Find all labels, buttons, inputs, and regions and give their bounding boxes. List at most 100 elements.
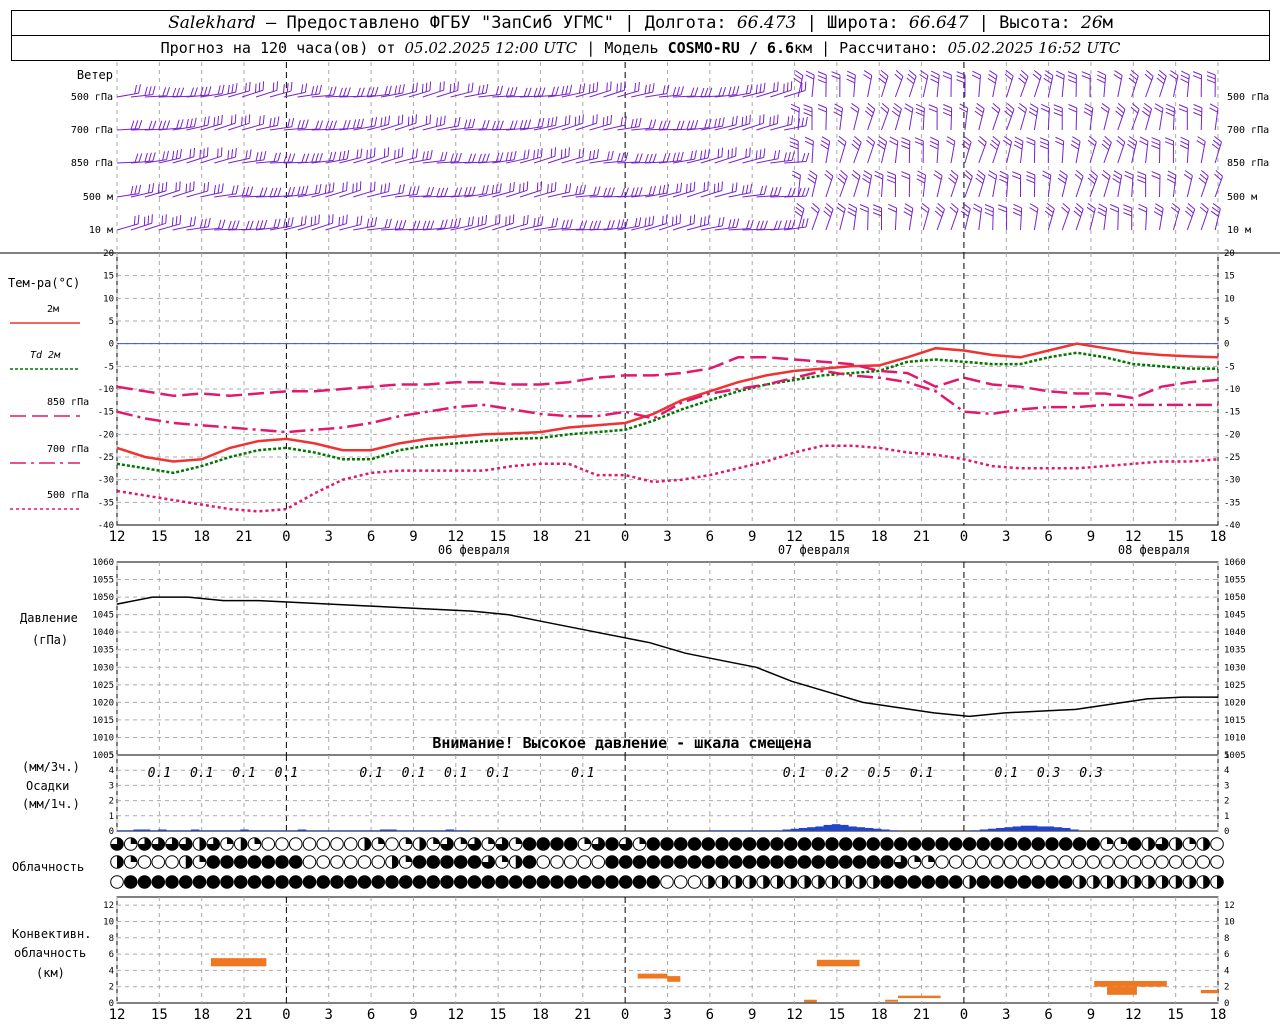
wind-barb-feather (794, 73, 803, 80)
cloud-half (1134, 875, 1141, 889)
wind-barb-feather (1210, 210, 1219, 217)
precip-bar (421, 830, 430, 831)
wind-barb-feather (644, 84, 647, 94)
wind-barb-feather (245, 150, 248, 160)
wind-barb-feather (315, 153, 319, 163)
wind-barb-feather (1012, 171, 1021, 176)
wind-barb-feather (554, 147, 557, 157)
cloud-quarter (1107, 837, 1114, 844)
wind-barb-feather (824, 173, 832, 181)
y-tick-label-left: 10 (103, 917, 114, 927)
wind-barb-feather (975, 106, 984, 113)
cloud-half (1203, 837, 1210, 851)
wind-barb-feather (384, 116, 387, 126)
y-tick-label-right: 1 (1224, 812, 1229, 822)
wind-barb-feather (979, 136, 987, 143)
cloud-quarter (928, 855, 935, 862)
wind-barb-feather (583, 184, 586, 194)
legend-label: 500 гПа (47, 490, 89, 501)
wind-barb-staff (1006, 75, 1014, 98)
precip-bar (281, 830, 290, 831)
cloud-half (873, 875, 880, 889)
wind-barb-feather (426, 150, 429, 160)
cloud-symbol (550, 855, 564, 869)
wind-barb-feather (422, 151, 425, 161)
x-tick-label: 18 (871, 1007, 888, 1023)
wind-barb-feather (759, 185, 764, 195)
cloud-symbol (151, 875, 166, 889)
wind-barb-staff (950, 209, 959, 231)
cloud-symbol (893, 837, 908, 851)
wind-barb-feather (133, 216, 136, 226)
wind-barb-feather (415, 148, 418, 158)
wind-barb-feather (1029, 107, 1038, 113)
cloud-symbol (921, 875, 936, 889)
wind-barb-feather (231, 185, 235, 195)
wind-barb-staff (1089, 176, 1098, 198)
wind-barb-staff (825, 209, 834, 231)
wind-barb-feather (244, 115, 247, 125)
wind-barb-feather (658, 185, 662, 195)
wind-barb-feather (942, 111, 952, 117)
cloud-half (199, 837, 206, 851)
wind-barb-feather (508, 215, 511, 225)
wind-barb-feather (611, 187, 615, 197)
wind-barb-feather (314, 184, 318, 194)
precip-bar (429, 830, 438, 831)
cloud-symbol (1017, 837, 1032, 851)
wind-barb-feather (1070, 144, 1079, 150)
wind-barb-feather (394, 85, 398, 95)
wind-barb-feather (1166, 178, 1176, 184)
wind-barb-feather (175, 216, 178, 226)
wind-barb-feather (1029, 203, 1039, 209)
wind-barb-staff (992, 109, 1001, 131)
cloud-quarter (378, 837, 385, 844)
cloud-symbol (1045, 875, 1059, 889)
x-tick-label: 18 (871, 529, 888, 545)
cloud-symbol (715, 855, 729, 869)
cloud-half (859, 875, 866, 889)
cloud-symbol (330, 855, 344, 869)
cloud-quarter (460, 837, 468, 844)
wind-barb-feather (652, 215, 655, 225)
cloud-symbol (687, 875, 702, 889)
wind-level-label-left: 850 гПа (71, 158, 113, 169)
wind-barb-feather (1192, 75, 1202, 80)
wind-barb-feather (505, 87, 510, 97)
wind-barb-feather (680, 86, 684, 96)
wind-barb-feather (1026, 179, 1035, 184)
precip-bar (330, 830, 340, 831)
wind-barb-feather (833, 111, 842, 117)
temperature-panel: -40 -40-35 -35-30 -30-25 -25-20 -20-15 -15-10-… (8, 249, 1240, 557)
wind-barb-feather (454, 187, 459, 197)
wind-barb-feather (603, 187, 608, 197)
precip-3h-value: 0.1 (190, 766, 213, 781)
wind-barb-feather (401, 147, 404, 157)
wind-barb-feather (509, 120, 514, 130)
wind-barb-feather (963, 173, 972, 181)
wind-barb-feather (230, 115, 233, 125)
wind-barb-feather (203, 218, 207, 228)
wind-barb-feather (560, 149, 563, 159)
wind-barb-feather (1113, 170, 1122, 176)
wind-barb-feather (440, 152, 444, 162)
wind-barb-feather (450, 219, 454, 229)
wind-barb-feather (356, 182, 358, 192)
wind-barb-feather (596, 82, 599, 92)
precip-3h-value: 0.5 (867, 766, 891, 781)
wind-barb-feather (481, 216, 484, 226)
wind-barb-feather (300, 84, 304, 94)
wind-barb-feather (592, 150, 596, 160)
wind-barb-feather (886, 179, 896, 184)
wind-barb-feather (904, 103, 914, 109)
wind-barb-feather (763, 148, 766, 158)
wind-barb-feather (689, 182, 692, 192)
wind-barb-feather (824, 206, 833, 214)
wind-barb-feather (988, 74, 997, 80)
wind-barb-feather (933, 173, 942, 180)
wind-barb-feather (398, 184, 402, 194)
wind-barb-feather (648, 186, 653, 196)
cloud-half (117, 855, 124, 869)
wind-barb-feather (644, 217, 647, 227)
x-tick-label: 6 (367, 1007, 375, 1023)
